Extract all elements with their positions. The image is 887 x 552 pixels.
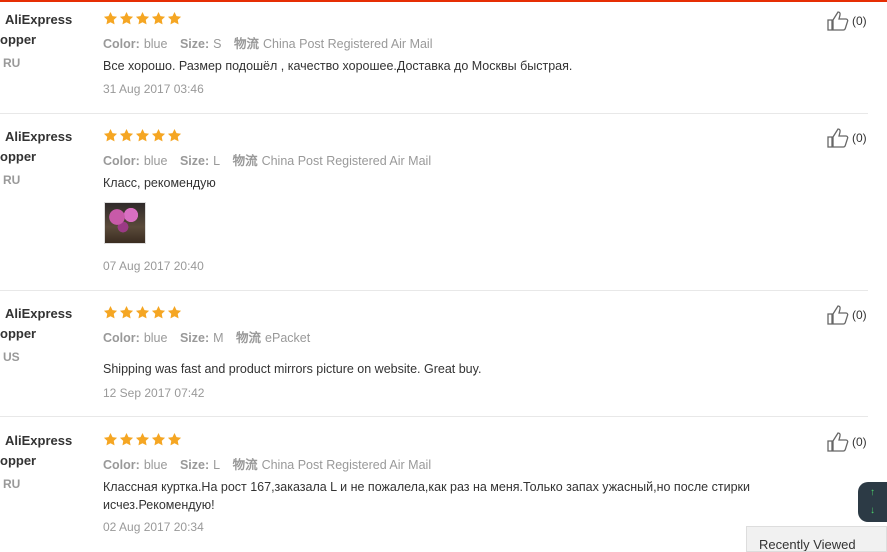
reviewer-name[interactable]: AliExpress <box>5 304 95 324</box>
reviewer-name[interactable]: AliExpress <box>5 127 95 147</box>
color-value: blue <box>143 154 168 168</box>
color-value: blue <box>143 37 168 51</box>
review-text: Shipping was fast and product mirrors pi… <box>103 362 482 376</box>
size-value: L <box>213 458 221 472</box>
rating-stars <box>103 128 182 144</box>
scroll-to-widget[interactable]: ↑ ↓ <box>858 482 887 522</box>
rating-stars <box>103 432 182 448</box>
star-icon <box>103 128 118 142</box>
shipping-label: 物流 <box>232 154 258 168</box>
shipping-value: China Post Registered Air Mail <box>261 154 432 168</box>
star-icon <box>167 305 182 319</box>
order-attributes: Color: blue Size: L 物流 China Post Registere… <box>103 454 440 473</box>
reviewer-info: AliExpress opper RU <box>0 10 95 70</box>
reviewer-country: RU <box>3 477 21 491</box>
top-accent-bar <box>0 0 887 2</box>
size-label: Size: <box>179 458 210 472</box>
thumbs-up-icon <box>827 128 849 148</box>
reviewer-info: AliExpress opper RU <box>0 127 95 187</box>
reviewer-info: AliExpress opper RU <box>0 431 95 491</box>
color-label: Color: <box>103 154 140 168</box>
star-icon <box>119 432 134 446</box>
shipping-value: China Post Registered Air Mail <box>262 37 433 51</box>
size-label: Size: <box>179 331 210 345</box>
star-icon <box>151 305 166 319</box>
reviewer-info: AliExpress opper US <box>0 304 95 364</box>
reviewer-name[interactable]: AliExpress <box>5 10 95 30</box>
review-date: 07 Aug 2017 20:40 <box>103 259 204 273</box>
star-icon <box>119 128 134 142</box>
reviewer-name[interactable]: AliExpress <box>5 431 95 451</box>
star-icon <box>119 11 134 25</box>
order-attributes: Color: blue Size: M 物流 ePacket <box>103 327 319 346</box>
review-date: 31 Aug 2017 03:46 <box>103 82 204 96</box>
review-text: Классная куртка.На рост 167,заказала L и… <box>103 480 750 512</box>
reviewer-name-cont[interactable]: opper <box>0 324 36 344</box>
size-value: L <box>213 154 221 168</box>
thumbs-up-icon <box>827 432 849 452</box>
reviewer-name-cont[interactable]: opper <box>0 30 36 50</box>
rating-stars <box>103 11 182 27</box>
star-icon <box>135 128 150 142</box>
thumbs-up-icon <box>827 11 849 31</box>
reviewer-name-cont[interactable]: opper <box>0 147 36 167</box>
color-label: Color: <box>103 458 140 472</box>
star-icon <box>151 128 166 142</box>
order-attributes: Color: blue Size: S 物流 China Post Registere… <box>103 33 442 52</box>
reviewer-country: RU <box>3 173 21 187</box>
shipping-label: 物流 <box>236 331 262 345</box>
size-value: M <box>213 331 224 345</box>
color-value: blue <box>143 458 168 472</box>
star-icon <box>135 11 150 25</box>
helpful-count: (0) <box>852 14 867 28</box>
order-attributes: Color: blue Size: L 物流 China Post Registere… <box>103 150 440 169</box>
review-item: AliExpress opper US Color: blue Size: M 物流… <box>0 304 868 417</box>
shipping-value: ePacket <box>265 331 311 345</box>
star-icon <box>167 432 182 446</box>
review-text: Все хорошо. Размер подошёл , качество хо… <box>103 59 573 73</box>
reviewer-country: US <box>3 350 20 364</box>
star-icon <box>135 305 150 319</box>
arrow-up-icon[interactable]: ↑ <box>870 487 875 498</box>
rating-stars <box>103 305 182 321</box>
star-icon <box>151 432 166 446</box>
star-icon <box>103 305 118 319</box>
star-icon <box>103 11 118 25</box>
color-label: Color: <box>103 331 140 345</box>
recently-viewed-tab[interactable]: Recently Viewed <box>746 526 887 552</box>
helpful-button[interactable]: (0) <box>826 10 867 32</box>
review-date: 02 Aug 2017 20:34 <box>103 520 204 534</box>
star-icon <box>103 432 118 446</box>
reviewer-name-cont[interactable]: opper <box>0 451 36 471</box>
star-icon <box>119 305 134 319</box>
review-date: 12 Sep 2017 07:42 <box>103 386 205 400</box>
shipping-label: 物流 <box>232 458 258 472</box>
star-icon <box>135 432 150 446</box>
shipping-label: 物流 <box>233 37 259 51</box>
helpful-count: (0) <box>852 308 867 322</box>
size-label: Size: <box>179 154 210 168</box>
review-photo[interactable] <box>104 202 146 244</box>
size-value: S <box>213 37 222 51</box>
review-item: AliExpress opper RU Color: blue Size: L 物流… <box>0 431 868 552</box>
shipping-value: China Post Registered Air Mail <box>261 458 432 472</box>
helpful-count: (0) <box>852 131 867 145</box>
star-icon <box>167 11 182 25</box>
color-value: blue <box>143 331 168 345</box>
helpful-button[interactable]: (0) <box>826 304 867 326</box>
thumbs-up-icon <box>827 305 849 325</box>
review-item: AliExpress opper RU Color: blue Size: S 物流… <box>0 10 868 114</box>
star-icon <box>167 128 182 142</box>
helpful-button[interactable]: (0) <box>826 431 867 453</box>
review-item: AliExpress opper RU Color: blue Size: L 物流… <box>0 127 868 291</box>
color-label: Color: <box>103 37 140 51</box>
helpful-count: (0) <box>852 435 867 449</box>
helpful-button[interactable]: (0) <box>826 127 867 149</box>
review-text: Класс, рекомендую <box>103 176 216 190</box>
reviewer-country: RU <box>3 56 21 70</box>
star-icon <box>151 11 166 25</box>
size-label: Size: <box>179 37 210 51</box>
arrow-down-icon[interactable]: ↓ <box>870 505 875 516</box>
